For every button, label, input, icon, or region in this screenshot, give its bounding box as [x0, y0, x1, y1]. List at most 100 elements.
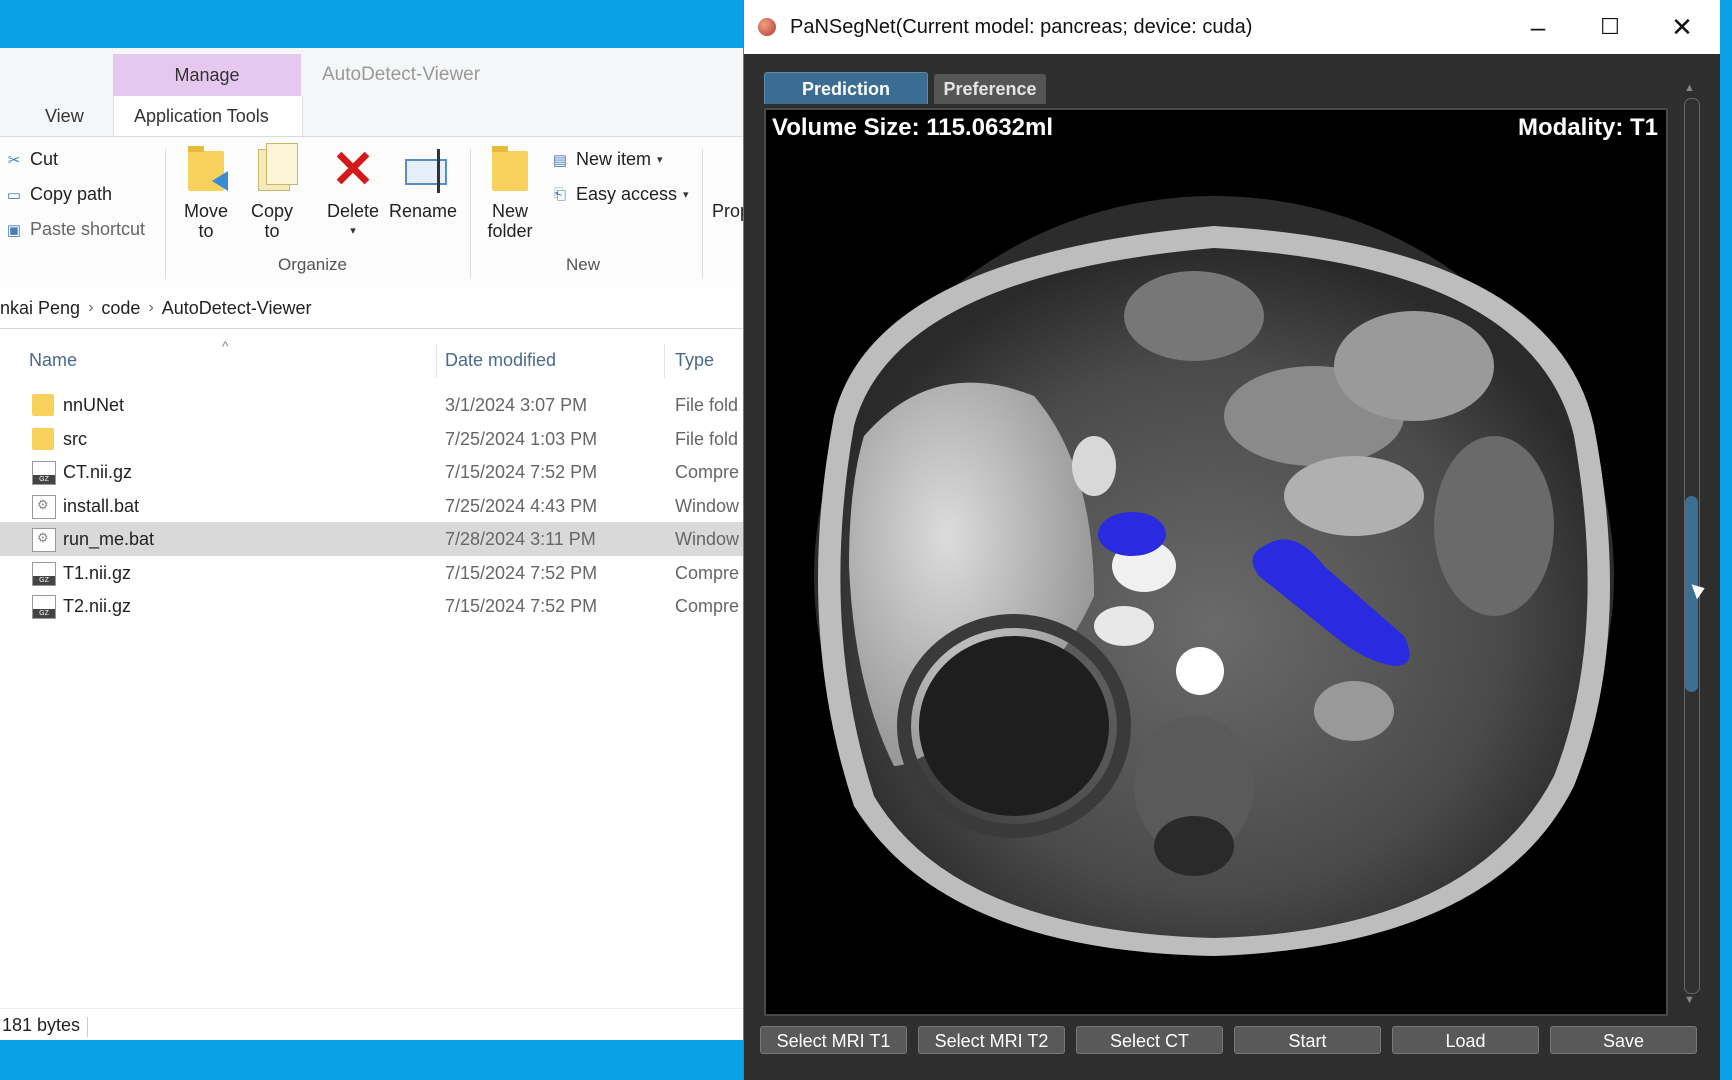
file-explorer-window: Manage AutoDetect-Viewer View Applicatio…: [0, 48, 745, 1040]
copy-path-button[interactable]: ▭ Copy path: [4, 184, 112, 205]
file-type: Compre: [675, 596, 740, 616]
app-icon: [758, 18, 776, 36]
tab-manage[interactable]: Manage: [113, 54, 301, 96]
column-date-modified[interactable]: Date modified: [445, 350, 556, 371]
select-mri-t2-button[interactable]: Select MRI T2: [918, 1026, 1065, 1054]
delete-button[interactable]: ✕ Delete ▾: [322, 141, 384, 241]
move-to-button[interactable]: Move to: [178, 146, 234, 241]
scroll-down-icon[interactable]: ▼: [1684, 994, 1695, 1006]
volume-size-label: Volume Size: 115.0632ml: [772, 114, 1054, 141]
rename-button[interactable]: Rename: [388, 147, 458, 221]
delete-label: Delete: [326, 201, 380, 221]
copy-to-label: Copy to: [250, 201, 294, 241]
file-name: install.bat: [63, 495, 140, 516]
folder-icon: [32, 427, 54, 450]
title-bar[interactable]: PaNSegNet(Current model: pancreas; devic…: [744, 0, 1720, 54]
easy-access-label: Easy access: [576, 184, 678, 204]
file-row[interactable]: T2.nii.gz 7/15/2024 7:52 PM Compre: [0, 589, 745, 623]
cut-label: Cut: [30, 149, 59, 169]
breadcrumb-code[interactable]: code: [101, 298, 140, 319]
file-list: nnUNet 3/1/2024 3:07 PM File fold src 7/25/2…: [0, 388, 745, 623]
scissors-icon: ✂: [7, 151, 21, 169]
segmentation-mask-head: [1098, 512, 1166, 556]
file-name: nnUNet: [63, 395, 125, 415]
new-folder-icon: [488, 146, 532, 195]
file-row[interactable]: install.bat 7/25/2024 4:43 PM Window: [0, 489, 745, 523]
column-type[interactable]: Type: [675, 350, 714, 371]
ribbon-divider: [702, 149, 703, 279]
ribbon-divider: [470, 149, 471, 279]
file-row[interactable]: src 7/25/2024 1:03 PM File fold: [0, 422, 745, 456]
bat-file-icon: [32, 494, 56, 519]
cut-button[interactable]: ✂ Cut: [4, 149, 58, 170]
new-folder-label: New folder: [487, 201, 533, 241]
column-divider[interactable]: [664, 344, 665, 378]
start-button[interactable]: Start: [1234, 1026, 1381, 1054]
column-name[interactable]: Name: [29, 350, 77, 371]
close-icon[interactable]: ✕: [1646, 0, 1718, 54]
prediction-viewer[interactable]: Volume Size: 115.0632ml Modality: T1: [764, 108, 1668, 1016]
file-type: File fold: [675, 428, 739, 449]
copy-path-label: Copy path: [30, 184, 113, 204]
file-row[interactable]: T1.nii.gz 7/15/2024 7:52 PM Compre: [0, 556, 745, 590]
breadcrumb-user[interactable]: nkai Peng: [0, 298, 80, 319]
copy-path-icon: ▭: [6, 186, 22, 204]
easy-access-dropdown-icon: ▾: [683, 189, 689, 201]
move-to-label: Move to: [183, 201, 228, 241]
window-title: PaNSegNet(Current model: pancreas; devic…: [790, 16, 1253, 38]
tab-preference[interactable]: Preference: [934, 74, 1046, 104]
new-item-button[interactable]: ▤ New item ▾: [550, 149, 663, 170]
select-ct-button[interactable]: Select CT: [1076, 1026, 1223, 1054]
status-size: 181 bytes: [2, 1015, 81, 1035]
file-name: src: [63, 428, 87, 449]
chevron-right-icon: ›: [88, 299, 94, 316]
move-to-icon: [184, 146, 228, 195]
rename-icon: [401, 147, 447, 195]
chevron-right-icon: ›: [148, 299, 154, 316]
file-date-modified: 7/25/2024 1:03 PM: [445, 428, 598, 449]
pansegnet-window: PaNSegNet(Current model: pancreas; devic…: [743, 0, 1720, 1080]
tab-view[interactable]: View: [45, 106, 84, 127]
tab-prediction-window[interactable]: Prediction Window: [764, 72, 928, 131]
file-row[interactable]: nnUNet 3/1/2024 3:07 PM File fold: [0, 388, 745, 422]
organize-group-label: Organize: [278, 255, 347, 274]
copy-to-button[interactable]: Copy to: [244, 143, 300, 241]
sort-up-icon: ^: [222, 338, 229, 354]
easy-access-button[interactable]: ⎗ Easy access ▾: [550, 184, 689, 205]
minimize-icon[interactable]: –: [1502, 0, 1574, 54]
new-item-label: New item: [576, 149, 652, 169]
delete-x-icon: ✕: [331, 141, 375, 199]
breadcrumb-autodetect-viewer[interactable]: AutoDetect-Viewer: [162, 298, 312, 319]
gz-file-icon: [32, 595, 56, 619]
gz-file-icon: [32, 561, 56, 586]
new-folder-button[interactable]: New folder: [480, 146, 540, 241]
file-type: Compre: [675, 462, 740, 482]
file-type: Window: [675, 495, 740, 516]
select-mri-t1-button[interactable]: Select MRI T1: [760, 1026, 907, 1054]
properties-button[interactable]: Prop: [712, 201, 745, 221]
file-name: CT.nii.gz: [63, 462, 133, 482]
mri-scan-image: [814, 196, 1614, 956]
paste-shortcut-button[interactable]: ▣ Paste shortcut: [4, 219, 145, 240]
tab-application-tools[interactable]: Application Tools: [134, 106, 269, 127]
address-bar[interactable]: nkai Peng › code › AutoDetect-Viewer: [0, 288, 745, 329]
maximize-icon[interactable]: ☐: [1574, 0, 1646, 54]
save-button[interactable]: Save: [1550, 1026, 1697, 1054]
file-date-modified: 7/15/2024 7:52 PM: [445, 562, 598, 583]
file-row[interactable]: run_me.bat 7/28/2024 3:11 PM Window: [0, 522, 745, 556]
file-type: File fold: [675, 395, 739, 415]
file-date-modified: 7/25/2024 4:43 PM: [445, 495, 598, 516]
easy-access-icon: ⎗: [553, 185, 566, 203]
load-button[interactable]: Load: [1392, 1026, 1539, 1054]
scroll-up-icon[interactable]: ▲: [1684, 82, 1695, 94]
vertical-scrollbar[interactable]: ▲ ▼: [1680, 82, 1704, 1010]
action-button-row: Select MRI T1 Select MRI T2 Select CT St…: [760, 1026, 1705, 1056]
file-row[interactable]: CT.nii.gz 7/15/2024 7:52 PM Compre: [0, 455, 745, 489]
folder-icon: [32, 394, 54, 416]
column-divider[interactable]: [436, 344, 437, 378]
column-headers: ^ Name Date modified Type: [0, 338, 745, 378]
ribbon-body: ✂ Cut ▭ Copy path ▣ Paste shortcut Move …: [0, 136, 745, 287]
delete-dropdown-icon[interactable]: ▾: [322, 221, 384, 241]
new-item-dropdown-icon: ▾: [657, 154, 663, 166]
file-date-modified: 7/15/2024 7:52 PM: [445, 462, 598, 482]
